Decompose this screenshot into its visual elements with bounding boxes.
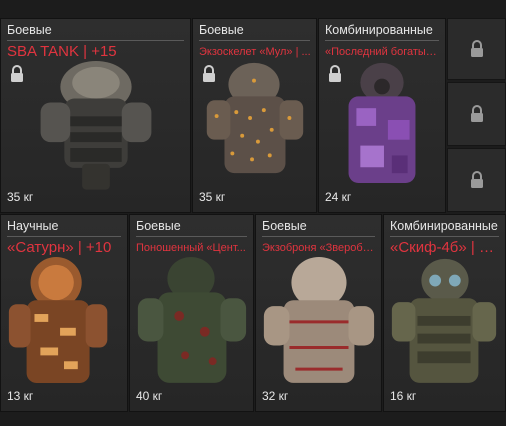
padlock-icon	[329, 65, 341, 82]
armor-card-sba-tank[interactable]: Боевые SBA TANK | +15 35 кг	[0, 18, 191, 213]
divider	[7, 236, 121, 237]
item-category: Комбинированные	[390, 219, 498, 233]
locked-slot[interactable]	[447, 148, 506, 212]
armor-card-mule-exo[interactable]: Боевые Экзоскелет «Мул» | ... 35 кг	[192, 18, 317, 213]
padlock-icon	[203, 65, 215, 82]
item-category: Боевые	[136, 219, 181, 233]
armor-card-last-bogatyr[interactable]: Комбинированные «Последний богатырь»... …	[318, 18, 446, 213]
armor-card-saturn[interactable]: Научные «Сатурн» | +10 13 кг	[0, 214, 128, 412]
locked-slot[interactable]	[447, 18, 506, 80]
armor-image	[8, 256, 108, 383]
divider	[7, 40, 184, 41]
armor-card-skif-4b[interactable]: Комбинированные «Скиф-4б» | +11 16 кг	[383, 214, 506, 412]
item-category: Боевые	[199, 23, 244, 37]
padlock-icon	[470, 40, 483, 57]
divider	[199, 40, 310, 41]
divider	[136, 236, 247, 237]
armor-card-worn-centurion[interactable]: Боевые Поношенный «Цент... 40 кг	[129, 214, 254, 412]
armor-image	[137, 256, 247, 383]
padlock-icon	[470, 171, 483, 188]
item-weight: 13 кг	[7, 389, 34, 403]
item-weight: 35 кг	[7, 190, 34, 204]
padlock-icon	[470, 105, 483, 122]
divider	[325, 40, 439, 41]
item-weight: 40 кг	[136, 389, 163, 403]
item-category: Научные	[7, 219, 59, 233]
item-weight: 35 кг	[199, 190, 226, 204]
item-category: Боевые	[7, 23, 52, 37]
divider	[262, 236, 375, 237]
locked-slot[interactable]	[447, 82, 506, 146]
padlock-icon	[11, 65, 23, 82]
armor-image	[263, 256, 375, 383]
item-weight: 24 кг	[325, 190, 352, 204]
divider	[390, 236, 499, 237]
item-category: Комбинированные	[325, 23, 433, 37]
item-category: Боевые	[262, 219, 307, 233]
armor-image	[391, 258, 497, 383]
armor-card-zveroboy-exo[interactable]: Боевые Экзоброня «Зверобой»... 32 кг	[255, 214, 382, 412]
item-weight: 16 кг	[390, 389, 417, 403]
armor-image	[40, 60, 152, 190]
item-weight: 32 кг	[262, 389, 289, 403]
